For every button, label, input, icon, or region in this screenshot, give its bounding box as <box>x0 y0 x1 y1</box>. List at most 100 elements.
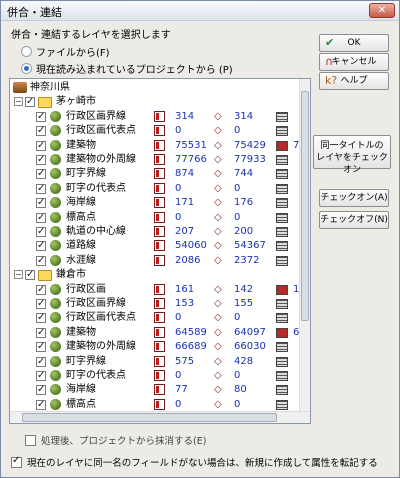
tree-row[interactable]: − 茅ヶ崎市 <box>10 95 300 109</box>
radio-label: 現在読み込まれているプロジェクトから (P) <box>36 65 233 76</box>
layer-checkbox[interactable] <box>36 182 46 196</box>
tree-row[interactable]: 標高点 0 ◇ 0 <box>10 398 300 411</box>
group-checkbox[interactable] <box>25 268 35 282</box>
layer-checkbox[interactable] <box>36 225 46 239</box>
layer-type-icon <box>50 182 61 194</box>
feature-count-b: 64097 <box>234 326 266 338</box>
feature-count-b: 0 <box>234 398 241 410</box>
layer-checkbox[interactable] <box>36 153 46 167</box>
feature-count-b: 2372 <box>234 254 260 266</box>
check-off-button[interactable]: チェックオフ(N) <box>319 211 389 229</box>
tree-row[interactable]: 行政区画界線 153 ◇ 155 <box>10 297 300 311</box>
option-create-field[interactable]: 現在のレイヤに同一名のフィールドがない場合は、新規に作成して属性を転記する <box>11 455 378 469</box>
tree-row[interactable]: − 鎌倉市 <box>10 268 300 282</box>
feature-count-icon <box>154 211 165 223</box>
close-icon[interactable]: ✕ <box>369 3 395 18</box>
tree-row[interactable]: 行政区画界線 314 ◇ 314 <box>10 110 300 124</box>
group-checkbox[interactable] <box>25 95 35 109</box>
tree-row[interactable]: 標高点 0 ◇ 0 <box>10 211 300 225</box>
layer-checkbox[interactable] <box>36 283 46 297</box>
layer-name: 町字界線 <box>66 355 106 367</box>
tree-row[interactable]: 軌道の中心線 207 ◇ 200 <box>10 225 300 239</box>
layer-name: 道路線 <box>66 240 96 252</box>
layer-checkbox[interactable] <box>36 326 46 340</box>
tree-row[interactable]: 町字界線 575 ◇ 428 <box>10 355 300 369</box>
scroll-thumb[interactable] <box>22 413 277 422</box>
tree-row[interactable]: 町字界線 874 ◇ 744 <box>10 167 300 181</box>
tree-row[interactable]: 建築物の外周線 77766 ◇ 77933 <box>10 153 300 167</box>
layer-type-icon <box>50 240 61 252</box>
layer-checkbox[interactable] <box>36 355 46 369</box>
table-icon <box>276 169 288 180</box>
feature-count-a: 153 <box>175 298 195 309</box>
tree-row[interactable]: 水涯線 2086 ◇ 2372 <box>10 254 300 268</box>
collapse-icon[interactable]: − <box>14 97 23 107</box>
table-icon <box>276 241 288 252</box>
tree-row[interactable]: 町字の代表点 0 ◇ 0 <box>10 369 300 383</box>
check-same-title-button[interactable]: 同一タイトルの レイヤをチェックオン <box>313 135 391 175</box>
vertex-count-icon: ◇ <box>214 182 222 194</box>
layer-checkbox[interactable] <box>36 254 46 268</box>
feature-count-icon <box>154 326 165 338</box>
feature-count-b: 66030 <box>234 341 266 353</box>
vertex-count-icon: ◇ <box>214 298 222 309</box>
tree-row[interactable]: 建築物64589◇64097645 <box>10 326 300 340</box>
option-delete-after[interactable]: 処理後、プロジェクトから抹消する(E) <box>25 433 206 447</box>
collapse-icon[interactable]: − <box>14 270 23 280</box>
tree-row[interactable]: 建築物の外周線 66689 ◇ 66030 <box>10 340 300 354</box>
layer-name: 水涯線 <box>66 254 96 266</box>
table-icon <box>276 342 288 353</box>
check-icon: ✔ <box>325 36 335 49</box>
scroll-thumb[interactable] <box>301 91 309 321</box>
folder-icon <box>38 97 52 109</box>
horizontal-scrollbar[interactable] <box>10 411 310 423</box>
layer-type-icon <box>50 110 61 122</box>
vertical-scrollbar[interactable] <box>299 79 310 411</box>
feature-count-b: 176 <box>234 197 254 209</box>
layer-checkbox[interactable] <box>36 383 46 397</box>
layer-checkbox[interactable] <box>36 139 46 153</box>
radio-from-file[interactable]: ファイルから(F) <box>21 44 110 59</box>
layer-checkbox[interactable] <box>36 110 46 124</box>
checkbox[interactable] <box>11 455 22 468</box>
tree-row[interactable]: 行政区画代表点 0 ◇ 0 <box>10 311 300 325</box>
layer-checkbox[interactable] <box>36 340 46 354</box>
vertex-count-icon: ◇ <box>214 341 222 353</box>
layer-checkbox[interactable] <box>36 239 46 253</box>
tree-row[interactable]: 神奈川県 <box>10 81 300 95</box>
table-icon <box>276 399 288 410</box>
layer-checkbox[interactable] <box>36 196 46 210</box>
checkbox[interactable] <box>25 434 36 446</box>
cancel-button[interactable]: ∩ キャンセル <box>319 53 389 71</box>
layer-checkbox[interactable] <box>36 398 46 411</box>
table-icon <box>276 227 288 237</box>
vertex-count-icon: ◇ <box>214 226 222 237</box>
radio-button[interactable] <box>21 63 32 74</box>
instruction-label: 併合・連結するレイヤを選択します <box>11 30 171 41</box>
layer-checkbox[interactable] <box>36 211 46 225</box>
layer-checkbox[interactable] <box>36 124 46 138</box>
feature-count-a: 0 <box>175 125 182 137</box>
ok-button[interactable]: ✔ OK <box>319 34 389 52</box>
tree-row[interactable]: 道路線 54060 ◇ 54367 <box>10 239 300 253</box>
layer-tree[interactable]: 神奈川県−茅ヶ崎市行政区画界線314◇314行政区画代表点0◇0建築物75531… <box>9 78 311 424</box>
layer-checkbox[interactable] <box>36 167 46 181</box>
tree-row[interactable]: 建築物75531◇75429754 <box>10 139 300 153</box>
feature-count-a: 54060 <box>175 240 207 252</box>
layer-checkbox[interactable] <box>36 369 46 383</box>
tree-row[interactable]: 町字の代表点 0 ◇ 0 <box>10 182 300 196</box>
layer-checkbox[interactable] <box>36 311 46 325</box>
layer-checkbox[interactable] <box>36 297 46 311</box>
tree-row[interactable]: 海岸線 77 ◇ 80 <box>10 383 300 397</box>
tree-row[interactable]: 行政区画代表点 0 ◇ 0 <box>10 124 300 138</box>
feature-count-icon <box>154 139 165 151</box>
tree-row[interactable]: 海岸線 171 ◇ 176 <box>10 196 300 210</box>
table-icon <box>276 385 288 396</box>
radio-from-project[interactable]: 現在読み込まれているプロジェクトから (P) <box>21 61 233 76</box>
vertex-count-icon: ◇ <box>214 168 222 180</box>
radio-button[interactable] <box>21 46 32 57</box>
help-button[interactable]: k? ヘルプ <box>319 72 389 90</box>
tree-row[interactable]: 行政区画161◇14215 <box>10 283 300 297</box>
vertex-count-icon: ◇ <box>214 139 222 151</box>
check-on-button[interactable]: チェックオン(A) <box>319 189 389 207</box>
